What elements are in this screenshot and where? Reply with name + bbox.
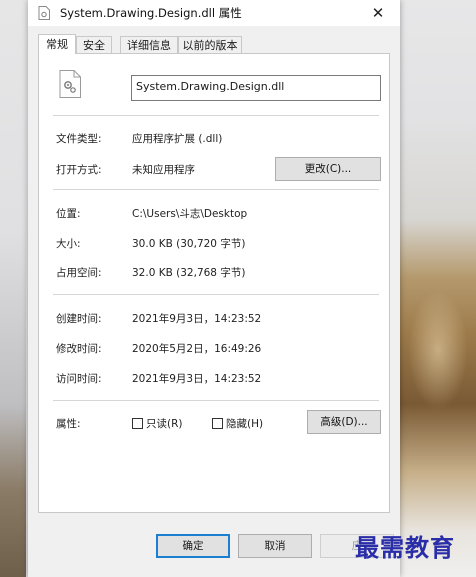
- opens-with-label: 打开方式:: [56, 164, 102, 176]
- close-icon: ✕: [371, 4, 385, 22]
- divider: [53, 115, 379, 116]
- tab-previous-versions[interactable]: 以前的版本: [178, 36, 242, 53]
- created-value: 2021年9月3日，14:23:52: [132, 313, 262, 325]
- ok-button[interactable]: 确定: [156, 534, 230, 558]
- size-value: 30.0 KB (30,720 字节): [132, 238, 246, 250]
- general-tab-panel: System.Drawing.Design.dll 文件类型: 应用程序扩展 (…: [38, 53, 390, 513]
- title-bar: System.Drawing.Design.dll 属性 ✕: [28, 0, 400, 26]
- size-label: 大小:: [56, 238, 81, 250]
- desktop-background-right: [398, 0, 476, 577]
- divider: [53, 400, 379, 401]
- tab-general[interactable]: 常规: [38, 34, 76, 54]
- window-title: System.Drawing.Design.dll 属性: [60, 6, 242, 20]
- readonly-label[interactable]: 只读(R): [146, 416, 183, 431]
- close-button[interactable]: ✕: [356, 0, 400, 26]
- hidden-checkbox[interactable]: [212, 418, 223, 429]
- dll-file-icon: [38, 6, 50, 20]
- attributes-label: 属性:: [56, 418, 81, 430]
- accessed-label: 访问时间:: [56, 373, 102, 385]
- modified-label: 修改时间:: [56, 343, 102, 355]
- size-on-disk-label: 占用空间:: [56, 267, 102, 279]
- accessed-value: 2021年9月3日，14:23:52: [132, 373, 262, 385]
- tab-details[interactable]: 详细信息: [120, 36, 178, 53]
- opens-with-value: 未知应用程序: [132, 164, 195, 176]
- change-button[interactable]: 更改(C)...: [275, 157, 381, 181]
- hidden-label[interactable]: 隐藏(H): [226, 416, 263, 431]
- properties-dialog: System.Drawing.Design.dll 属性 ✕ 常规 安全 详细信…: [28, 0, 400, 577]
- watermark-logo: 最需教育: [355, 533, 455, 562]
- readonly-checkbox[interactable]: [132, 418, 143, 429]
- advanced-button[interactable]: 高级(D)...: [307, 410, 381, 434]
- location-label: 位置:: [56, 208, 81, 220]
- size-on-disk-value: 32.0 KB (32,768 字节): [132, 267, 246, 279]
- desktop-background-left: [0, 0, 26, 577]
- divider: [53, 294, 379, 295]
- tab-security[interactable]: 安全: [76, 36, 112, 53]
- location-value: C:\Users\斗志\Desktop: [132, 208, 248, 220]
- divider: [53, 189, 379, 190]
- cancel-button[interactable]: 取消: [238, 534, 312, 558]
- gear-file-icon: [59, 70, 81, 98]
- file-type-value: 应用程序扩展 (.dll): [132, 133, 223, 145]
- file-type-label: 文件类型:: [56, 133, 102, 145]
- created-label: 创建时间:: [56, 313, 102, 325]
- modified-value: 2020年5月2日，16:49:26: [132, 343, 262, 355]
- file-name-input[interactable]: System.Drawing.Design.dll: [131, 75, 381, 101]
